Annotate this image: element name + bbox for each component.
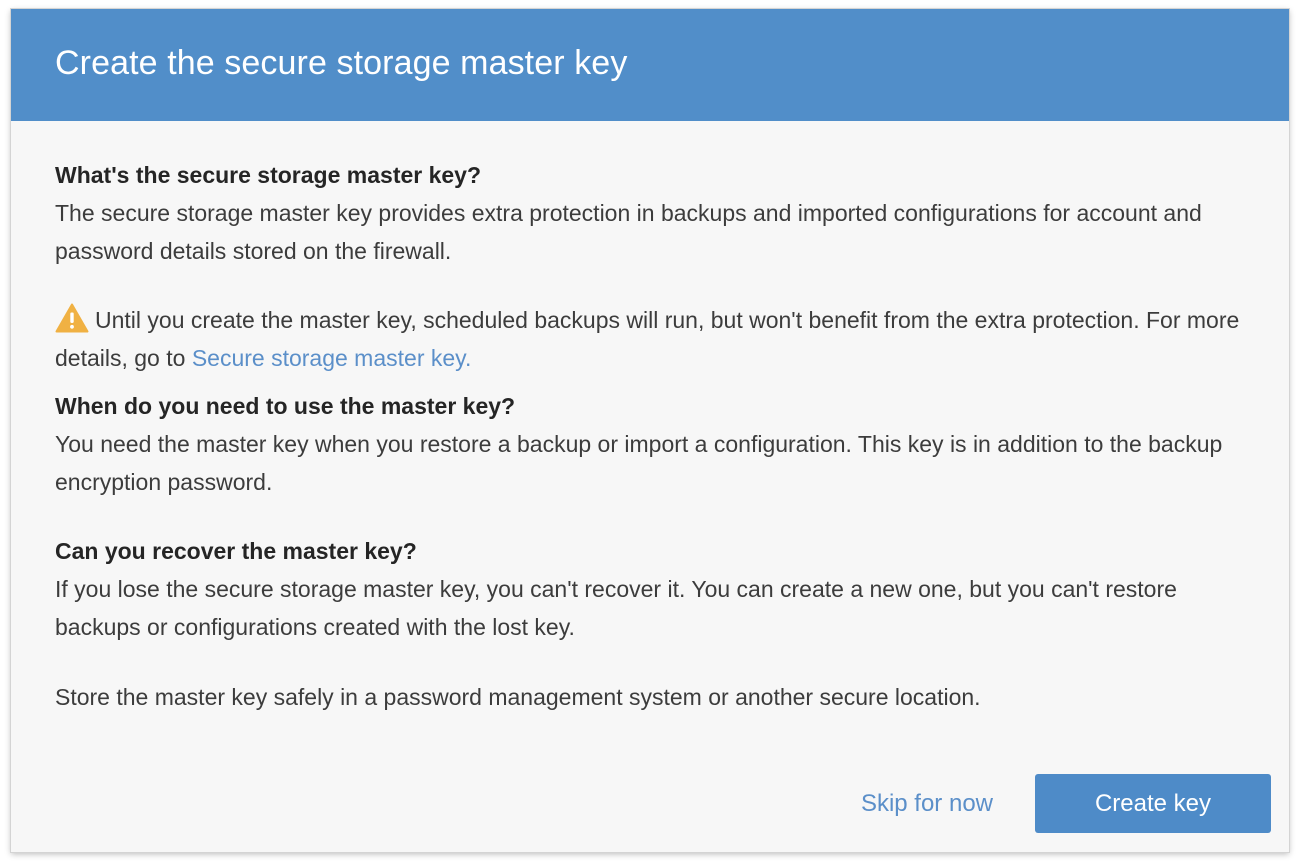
what-heading: What's the secure storage master key? [55, 162, 482, 188]
warning-triangle-icon [55, 303, 89, 333]
skip-for-now-button[interactable]: Skip for now [861, 790, 993, 818]
secure-storage-master-key-link[interactable]: Secure storage master key [192, 345, 465, 371]
warning-message: Until you create the master key, schedul… [55, 301, 1245, 377]
recover-text: If you lose the secure storage master ke… [55, 576, 1177, 640]
dialog-title: Create the secure storage master key [55, 43, 628, 82]
create-key-button[interactable]: Create key [1035, 774, 1271, 833]
store-note: Store the master key safely in a passwor… [55, 684, 981, 710]
when-heading: When do you need to use the master key? [55, 393, 516, 419]
recover-heading: Can you recover the master key? [55, 538, 417, 564]
what-text: The secure storage master key provides e… [55, 200, 1202, 264]
dialog-header: Create the secure storage master key [11, 9, 1289, 121]
dialog-body: What's the secure storage master key? Th… [11, 121, 1289, 716]
dialog-footer: Skip for now Create key [861, 774, 1271, 833]
when-text: You need the master key when you restore… [55, 431, 1223, 495]
create-master-key-dialog: Create the secure storage master key Wha… [11, 9, 1289, 852]
link-suffix: . [464, 345, 472, 371]
